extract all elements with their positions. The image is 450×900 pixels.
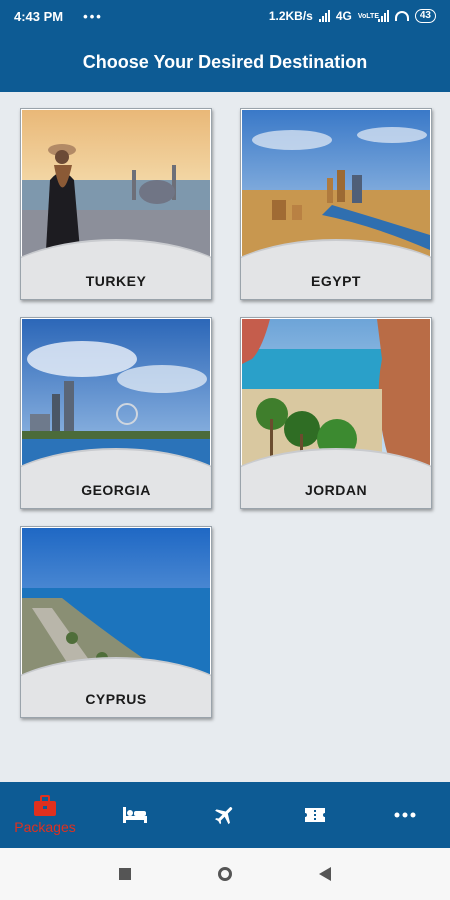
georgia-image — [22, 319, 210, 469]
destination-label: JORDAN — [304, 482, 368, 498]
destination-card-georgia[interactable]: GEORGIA — [20, 317, 212, 509]
jordan-image — [242, 319, 430, 469]
wifi-icon — [394, 11, 409, 21]
volte-label: VoLTE — [357, 12, 380, 20]
bottom-nav: Packages — [0, 782, 450, 848]
signal-icon-2 — [377, 10, 389, 22]
nav-hotels[interactable] — [90, 782, 180, 848]
page-title: Choose Your Desired Destination — [82, 51, 368, 72]
destination-label: TURKEY — [85, 273, 147, 289]
back-icon[interactable] — [319, 867, 332, 881]
turkey-image — [22, 110, 210, 260]
cyprus-image — [22, 528, 210, 678]
more-icon — [394, 812, 416, 818]
nav-flights[interactable] — [180, 782, 270, 848]
destination-card-egypt[interactable]: EGYPT — [240, 108, 432, 300]
status-bar: 4:43 PM ••• 1.2KB/s 4G VoLTE 43 — [0, 0, 450, 32]
destination-label: EGYPT — [311, 273, 361, 289]
network-type: 4G — [335, 9, 352, 23]
signal-icon — [318, 10, 330, 22]
egypt-image — [242, 110, 430, 260]
battery-indicator: 43 — [414, 9, 436, 23]
destination-card-cyprus[interactable]: CYPRUS — [20, 526, 212, 718]
app-bar: Choose Your Desired Destination — [0, 32, 450, 92]
airplane-icon — [215, 807, 233, 825]
system-nav-bar — [0, 848, 450, 900]
ticket-icon — [305, 808, 325, 822]
nav-tickets[interactable] — [270, 782, 360, 848]
nav-packages-label: Packages — [14, 819, 76, 835]
network-speed: 1.2KB/s — [268, 9, 313, 23]
status-time: 4:43 PM — [14, 8, 64, 24]
nav-packages[interactable]: Packages — [0, 782, 90, 848]
briefcase-icon — [34, 795, 56, 816]
notification-dots-icon: ••• — [83, 8, 103, 24]
destination-card-jordan[interactable]: JORDAN — [240, 317, 432, 509]
destination-grid: TURKEY EGYPT GEORGIA JORDAN CYPRUS — [0, 92, 450, 782]
destination-label: CYPRUS — [85, 691, 147, 707]
nav-more[interactable] — [360, 782, 450, 848]
recents-icon[interactable] — [118, 868, 131, 880]
bed-icon — [123, 807, 147, 823]
destination-label: GEORGIA — [81, 482, 151, 498]
destination-card-turkey[interactable]: TURKEY — [20, 108, 212, 300]
home-icon[interactable] — [217, 867, 232, 881]
